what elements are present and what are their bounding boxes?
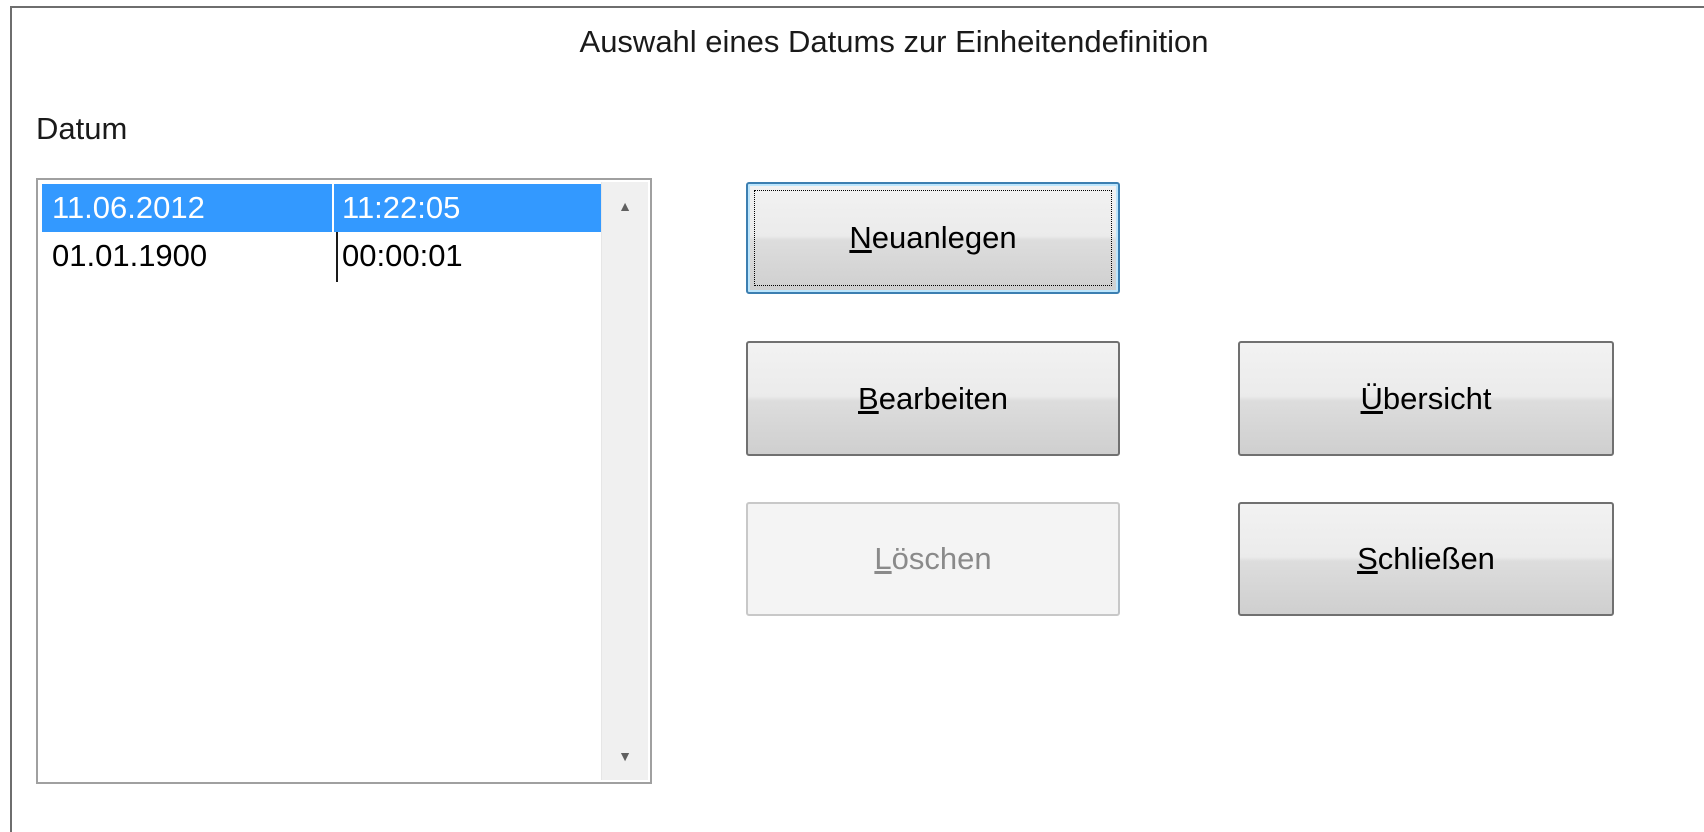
uebersicht-label-rest: bersicht — [1382, 380, 1492, 416]
date-list-area: 11.06.2012 11:22:05 01.01.1900 00:00:01 — [42, 184, 602, 778]
schliessen-accel: S — [1357, 541, 1378, 576]
vertical-scrollbar[interactable]: ▲ ▼ — [601, 182, 648, 780]
list-item[interactable]: 01.01.1900 00:00:01 — [42, 232, 602, 280]
scroll-down-arrow-icon[interactable]: ▼ — [602, 736, 648, 776]
list-item-time: 11:22:05 — [342, 190, 461, 225]
schliessen-button[interactable]: Schließen — [1238, 502, 1614, 616]
loeschen-accel: L — [874, 541, 892, 576]
bearbeiten-accel: B — [858, 380, 879, 416]
loeschen-label: Löschen — [874, 541, 991, 577]
column-divider-selected — [332, 184, 334, 232]
loeschen-label-rest: öschen — [891, 541, 992, 576]
bearbeiten-label: Bearbeiten — [858, 381, 1008, 417]
datum-label: Datum — [36, 111, 128, 146]
loeschen-button[interactable]: Löschen — [746, 502, 1120, 616]
list-item-date: 01.01.1900 — [52, 238, 208, 273]
dialog-title: Auswahl eines Datums zur Einheitendefini… — [579, 24, 1209, 59]
uebersicht-accel: Ü — [1360, 380, 1383, 416]
neuanlegen-button[interactable]: Neuanlegen — [746, 182, 1120, 294]
bearbeiten-label-rest: earbeiten — [878, 380, 1008, 416]
uebersicht-button[interactable]: Übersicht — [1238, 341, 1614, 456]
list-item-date: 11.06.2012 — [52, 190, 205, 225]
date-listbox[interactable]: 11.06.2012 11:22:05 01.01.1900 00:00:01 … — [36, 178, 652, 784]
list-item[interactable]: 11.06.2012 11:22:05 — [42, 184, 602, 232]
focus-rectangle — [754, 190, 1112, 286]
schliessen-label: Schließen — [1357, 541, 1495, 577]
scroll-up-arrow-icon[interactable]: ▲ — [602, 186, 648, 226]
uebersicht-label: Übersicht — [1361, 381, 1492, 417]
list-item-time: 00:00:01 — [342, 238, 463, 273]
schliessen-label-rest: chließen — [1377, 541, 1495, 576]
bearbeiten-button[interactable]: Bearbeiten — [746, 341, 1120, 456]
